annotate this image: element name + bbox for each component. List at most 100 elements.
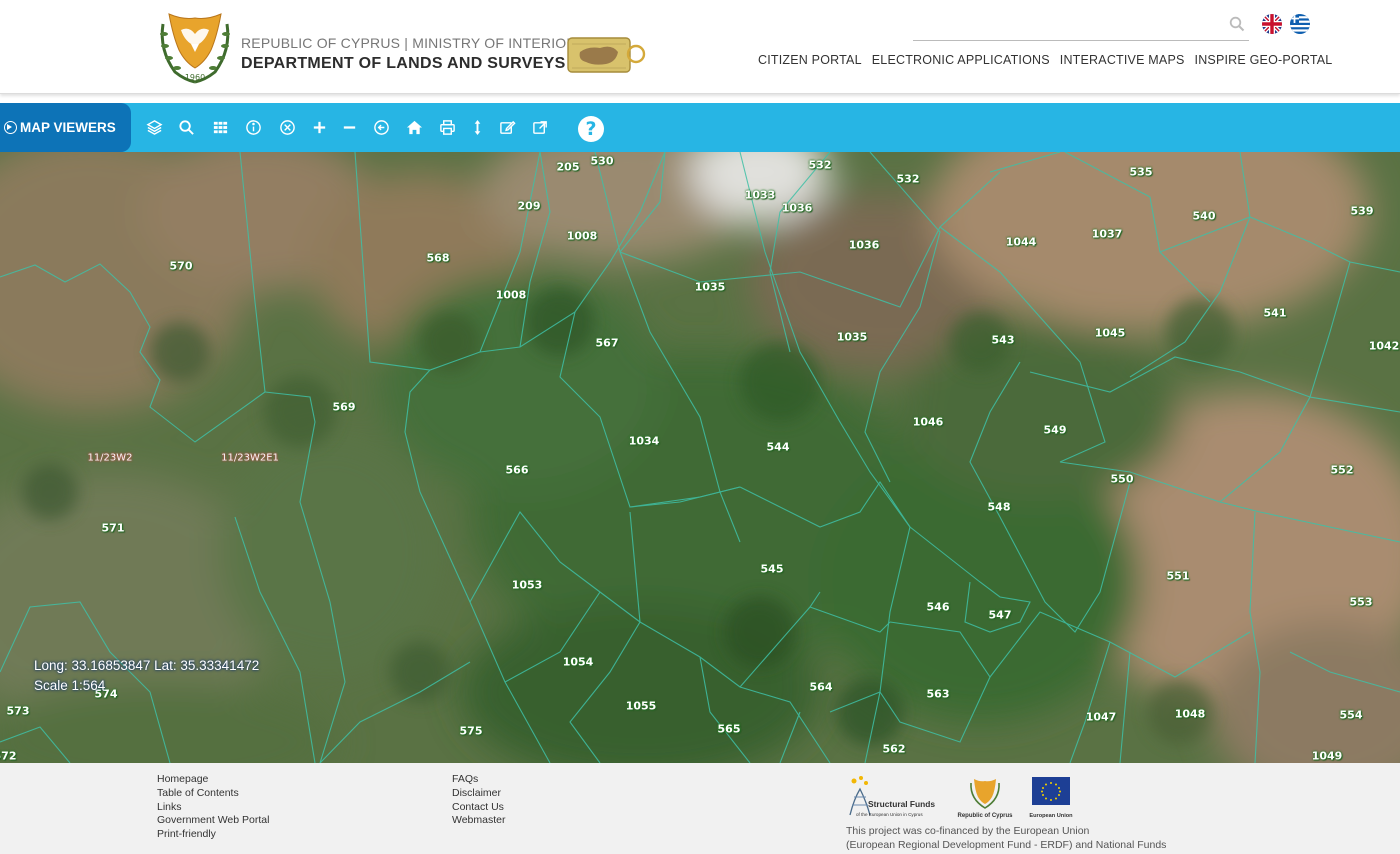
footer-links-primary: Homepage Table of Contents Links Governm… bbox=[157, 773, 269, 842]
site-search bbox=[913, 8, 1249, 41]
parcel-number-label: 1035 bbox=[694, 280, 726, 294]
external-link-icon[interactable] bbox=[530, 117, 550, 137]
parcel-number-label: 1008 bbox=[566, 229, 598, 243]
parcel-number-label: 540 bbox=[1192, 209, 1216, 223]
search-icon[interactable] bbox=[1229, 16, 1245, 32]
coordinate-readout: Long: 33.16853847 Lat: 35.33341472 Scale… bbox=[34, 656, 259, 696]
zoom-in-icon[interactable] bbox=[309, 117, 329, 137]
parcel-number-label: 1049 bbox=[1311, 749, 1343, 763]
footer-link-disclaimer[interactable]: Disclaimer bbox=[452, 787, 506, 801]
map-toolbar: MAP VIEWERS bbox=[0, 103, 1400, 152]
parcel-number-label: 209 bbox=[517, 199, 541, 213]
parcel-number-label: 553 bbox=[1349, 595, 1373, 609]
site-footer: Homepage Table of Contents Links Governm… bbox=[0, 763, 1400, 854]
info-icon[interactable] bbox=[243, 117, 263, 137]
parcel-number-label: 1045 bbox=[1094, 326, 1126, 340]
main-nav: CITIZEN PORTAL ELECTRONIC APPLICATIONS I… bbox=[758, 53, 1332, 67]
layers-icon[interactable] bbox=[144, 117, 164, 137]
map-canvas[interactable]: 205 530 532 532 535 540 539 209 1033 1036 1008 1036… bbox=[0, 152, 1400, 763]
svg-text:1960: 1960 bbox=[185, 73, 205, 82]
parcel-number-label: 546 bbox=[926, 600, 950, 614]
parcel-number-label: 1036 bbox=[781, 201, 813, 215]
parcel-number-label: 564 bbox=[809, 680, 833, 694]
map-viewers-button[interactable]: MAP VIEWERS bbox=[0, 103, 131, 152]
parcel-number-label: 1054 bbox=[562, 655, 594, 669]
funding-logos: Structural Funds of the European Union i… bbox=[849, 776, 1073, 819]
grid-icon[interactable] bbox=[210, 117, 230, 137]
svg-text:Republic of Cyprus: Republic of Cyprus bbox=[957, 813, 1013, 819]
parcel-number-label: 567 bbox=[595, 336, 619, 350]
edit-icon[interactable] bbox=[497, 117, 517, 137]
parcel-number-label: 548 bbox=[987, 500, 1011, 514]
parcel-number-label: 573 bbox=[6, 704, 30, 718]
parcel-number-label: 1042 bbox=[1368, 339, 1400, 353]
coordinates-text: Long: 33.16853847 Lat: 35.33341472 bbox=[34, 658, 260, 673]
parcel-number-label: 1008 bbox=[495, 288, 527, 302]
parcel-number-label: 1047 bbox=[1085, 710, 1117, 724]
org-line2[interactable]: DEPARTMENT OF LANDS AND SURVEYS bbox=[241, 55, 566, 73]
dls-tag-logo bbox=[567, 37, 646, 73]
parcel-number-label: 1048 bbox=[1174, 707, 1206, 721]
parcel-number-label: 1034 bbox=[628, 434, 660, 448]
parcel-number-label: 535 bbox=[1129, 165, 1153, 179]
parcel-number-label: 543 bbox=[991, 333, 1015, 347]
parcel-number-label: 554 bbox=[1339, 708, 1363, 722]
sheet-label: 11/23W2 bbox=[87, 452, 133, 464]
parcel-number-label: 551 bbox=[1166, 569, 1190, 583]
coat-of-arms-logo[interactable]: 1960 bbox=[155, 6, 235, 86]
footer-link-webmaster[interactable]: Webmaster bbox=[452, 814, 506, 828]
footer-link-homepage[interactable]: Homepage bbox=[157, 773, 269, 787]
greek-flag-icon[interactable] bbox=[1290, 14, 1310, 34]
nav-interactive-maps[interactable]: INTERACTIVE MAPS bbox=[1060, 53, 1185, 67]
print-icon[interactable] bbox=[437, 117, 457, 137]
footer-link-gov-portal[interactable]: Government Web Portal bbox=[157, 814, 269, 828]
nav-citizen-portal[interactable]: CITIZEN PORTAL bbox=[758, 53, 862, 67]
sheet-label: 11/23W2E1 bbox=[221, 452, 279, 464]
parcel-number-label: 1053 bbox=[511, 578, 543, 592]
parcel-number-label: 544 bbox=[766, 440, 790, 454]
parcel-number-label: 562 bbox=[882, 742, 906, 756]
svg-text:of the European Union in Cypru: of the European Union in Cyprus bbox=[856, 812, 923, 817]
circle-arrow-icon bbox=[4, 121, 17, 134]
back-icon[interactable] bbox=[371, 117, 391, 137]
svg-text:European Union: European Union bbox=[1029, 813, 1073, 819]
measure-icon[interactable] bbox=[467, 117, 487, 137]
structural-funds-logo: Structural Funds of the European Union i… bbox=[849, 776, 935, 817]
search-tool-icon[interactable] bbox=[176, 117, 196, 137]
home-icon[interactable] bbox=[404, 117, 424, 137]
cofinance-notice: This project was co-financed by the Euro… bbox=[846, 825, 1166, 853]
republic-of-cyprus-logo: Republic of Cyprus bbox=[957, 779, 1013, 819]
parcel-number-label: 539 bbox=[1350, 204, 1374, 218]
parcel-number-label: 563 bbox=[926, 687, 950, 701]
footer-link-links[interactable]: Links bbox=[157, 801, 269, 815]
zoom-out-icon[interactable] bbox=[339, 117, 359, 137]
parcel-number-label: 1035 bbox=[836, 330, 868, 344]
search-input[interactable] bbox=[913, 8, 1223, 40]
cofinance-line1: This project was co-financed by the Euro… bbox=[846, 825, 1090, 837]
parcel-number-label: 545 bbox=[760, 562, 784, 576]
help-button[interactable]: ? bbox=[578, 116, 604, 142]
footer-link-toc[interactable]: Table of Contents bbox=[157, 787, 269, 801]
footer-link-faqs[interactable]: FAQs bbox=[452, 773, 506, 787]
footer-links-secondary: FAQs Disclaimer Contact Us Webmaster bbox=[452, 773, 506, 828]
parcel-number-label: 570 bbox=[169, 259, 193, 273]
clear-icon[interactable] bbox=[277, 117, 297, 137]
parcel-number-label: 571 bbox=[101, 521, 125, 535]
footer-link-contact[interactable]: Contact Us bbox=[452, 801, 506, 815]
parcel-number-label: 565 bbox=[717, 722, 741, 736]
nav-electronic-applications[interactable]: ELECTRONIC APPLICATIONS bbox=[872, 53, 1050, 67]
parcel-number-label: 1055 bbox=[625, 699, 657, 713]
site-header: 1960 REPUBLIC OF CYPRUS | MINISTRY OF IN… bbox=[0, 0, 1400, 94]
parcel-number-label: 572 bbox=[0, 749, 17, 763]
parcel-number-label: 541 bbox=[1263, 306, 1287, 320]
nav-inspire-geo-portal[interactable]: INSPIRE GEO-PORTAL bbox=[1195, 53, 1333, 67]
parcel-number-label: 547 bbox=[988, 608, 1012, 622]
parcel-number-label: 575 bbox=[459, 724, 483, 738]
parcel-number-label: 566 bbox=[505, 463, 529, 477]
uk-flag-icon[interactable] bbox=[1262, 14, 1282, 34]
map-viewers-label: MAP VIEWERS bbox=[20, 120, 116, 135]
european-union-logo: European Union bbox=[1029, 777, 1073, 819]
footer-link-print-friendly[interactable]: Print-friendly bbox=[157, 828, 269, 842]
parcel-number-label: 552 bbox=[1330, 463, 1354, 477]
parcel-number-label: 532 bbox=[808, 158, 832, 172]
